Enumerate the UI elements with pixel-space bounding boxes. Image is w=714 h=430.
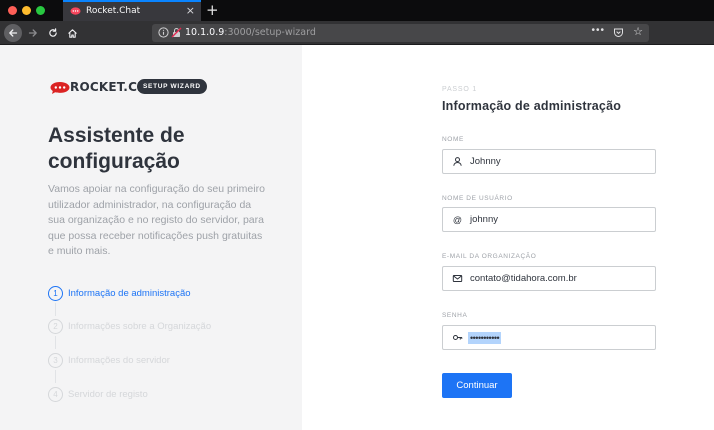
new-tab-button[interactable]: + — [206, 0, 219, 21]
name-label: NOME — [442, 136, 464, 143]
wizard-description: Vamos apoiar na configuração do seu prim… — [48, 183, 265, 257]
at-icon: @ — [452, 214, 463, 225]
forward-button[interactable] — [24, 24, 42, 42]
step-connector — [55, 336, 56, 349]
step-item-server-info: 3 Informações do servidor — [48, 353, 298, 369]
step-label: Informações do servidor — [68, 355, 170, 366]
rocketchat-logo-icon — [50, 82, 70, 94]
step-label: Informações sobre a Organização — [68, 321, 212, 332]
form-title: Informação de administração — [442, 99, 622, 113]
email-label: E-MAIL DA ORGANIZAÇÃO — [442, 253, 537, 260]
setup-sidebar: ROCKET.CHAT SETUP WIZARD Assistente de c… — [0, 45, 302, 430]
bookmark-star-icon[interactable]: ☆ — [633, 25, 643, 38]
page-title: Assistente de configuração — [48, 124, 185, 173]
browser-nav-bar: 10.1.0.9:3000/setup-wizard ••• ☆ — [0, 21, 714, 45]
tab-title: Rocket.Chat — [86, 6, 141, 16]
step-kicker: PASSO 1 — [442, 86, 478, 93]
step-label: Informação de administração — [68, 288, 191, 299]
name-field[interactable]: Johnny — [442, 149, 656, 174]
step-number: 4 — [48, 387, 63, 402]
address-bar[interactable]: 10.1.0.9:3000/setup-wizard ••• ☆ — [152, 24, 649, 42]
reload-icon — [49, 28, 57, 37]
step-number: 3 — [48, 353, 63, 368]
page-actions-button[interactable]: ••• — [591, 25, 605, 36]
email-field[interactable]: contato@tidahora.com.br — [442, 266, 656, 291]
user-icon — [453, 157, 462, 166]
username-label: NOME DE USUÁRIO — [442, 195, 513, 202]
step-number: 2 — [48, 319, 63, 334]
step-connector — [55, 370, 56, 383]
step-connector — [55, 303, 56, 316]
username-value: johnny — [470, 214, 498, 225]
rocketchat-favicon-icon — [70, 7, 81, 15]
username-field[interactable]: @ johnny — [442, 207, 656, 232]
continue-button[interactable]: Continuar — [442, 373, 512, 398]
info-icon[interactable] — [158, 27, 169, 38]
url-host: 10.1.0.9 — [185, 27, 225, 38]
insecure-lock-icon[interactable] — [171, 27, 182, 38]
password-label: SENHA — [442, 312, 468, 319]
password-field[interactable]: ••••••••••• — [442, 325, 656, 350]
setup-wizard-badge: SETUP WIZARD — [137, 79, 207, 94]
setup-form-panel: PASSO 1 Informação de administração NOME… — [302, 45, 714, 430]
mail-icon — [452, 275, 463, 282]
tab-close-icon[interactable]: × — [186, 4, 195, 17]
step-label: Servidor de registo — [68, 389, 148, 400]
step-item-admin-info: 1 Informação de administração — [48, 286, 298, 302]
window-zoom-button[interactable] — [36, 6, 45, 15]
name-value: Johnny — [470, 156, 501, 167]
window-close-button[interactable] — [8, 6, 17, 15]
url-text: 10.1.0.9:3000/setup-wizard — [185, 27, 316, 38]
window-minimize-button[interactable] — [22, 6, 31, 15]
arrow-left-icon — [9, 29, 18, 37]
step-number: 1 — [48, 286, 63, 301]
password-value: ••••••••••• — [468, 332, 502, 344]
email-value: contato@tidahora.com.br — [470, 273, 577, 284]
back-button[interactable] — [4, 24, 22, 42]
home-icon — [67, 28, 77, 38]
url-path: :3000/setup-wizard — [224, 27, 316, 38]
arrow-right-icon — [28, 29, 37, 37]
step-item-organization-info: 2 Informações sobre a Organização — [48, 319, 298, 335]
pocket-icon[interactable] — [613, 27, 624, 38]
home-button[interactable] — [63, 24, 81, 42]
browser-tab-bar: Rocket.Chat × + — [0, 0, 714, 21]
step-item-register-server: 4 Servidor de registo — [48, 387, 298, 403]
browser-tab[interactable]: Rocket.Chat × — [63, 0, 201, 21]
reload-button[interactable] — [44, 24, 62, 42]
key-icon — [453, 335, 463, 340]
